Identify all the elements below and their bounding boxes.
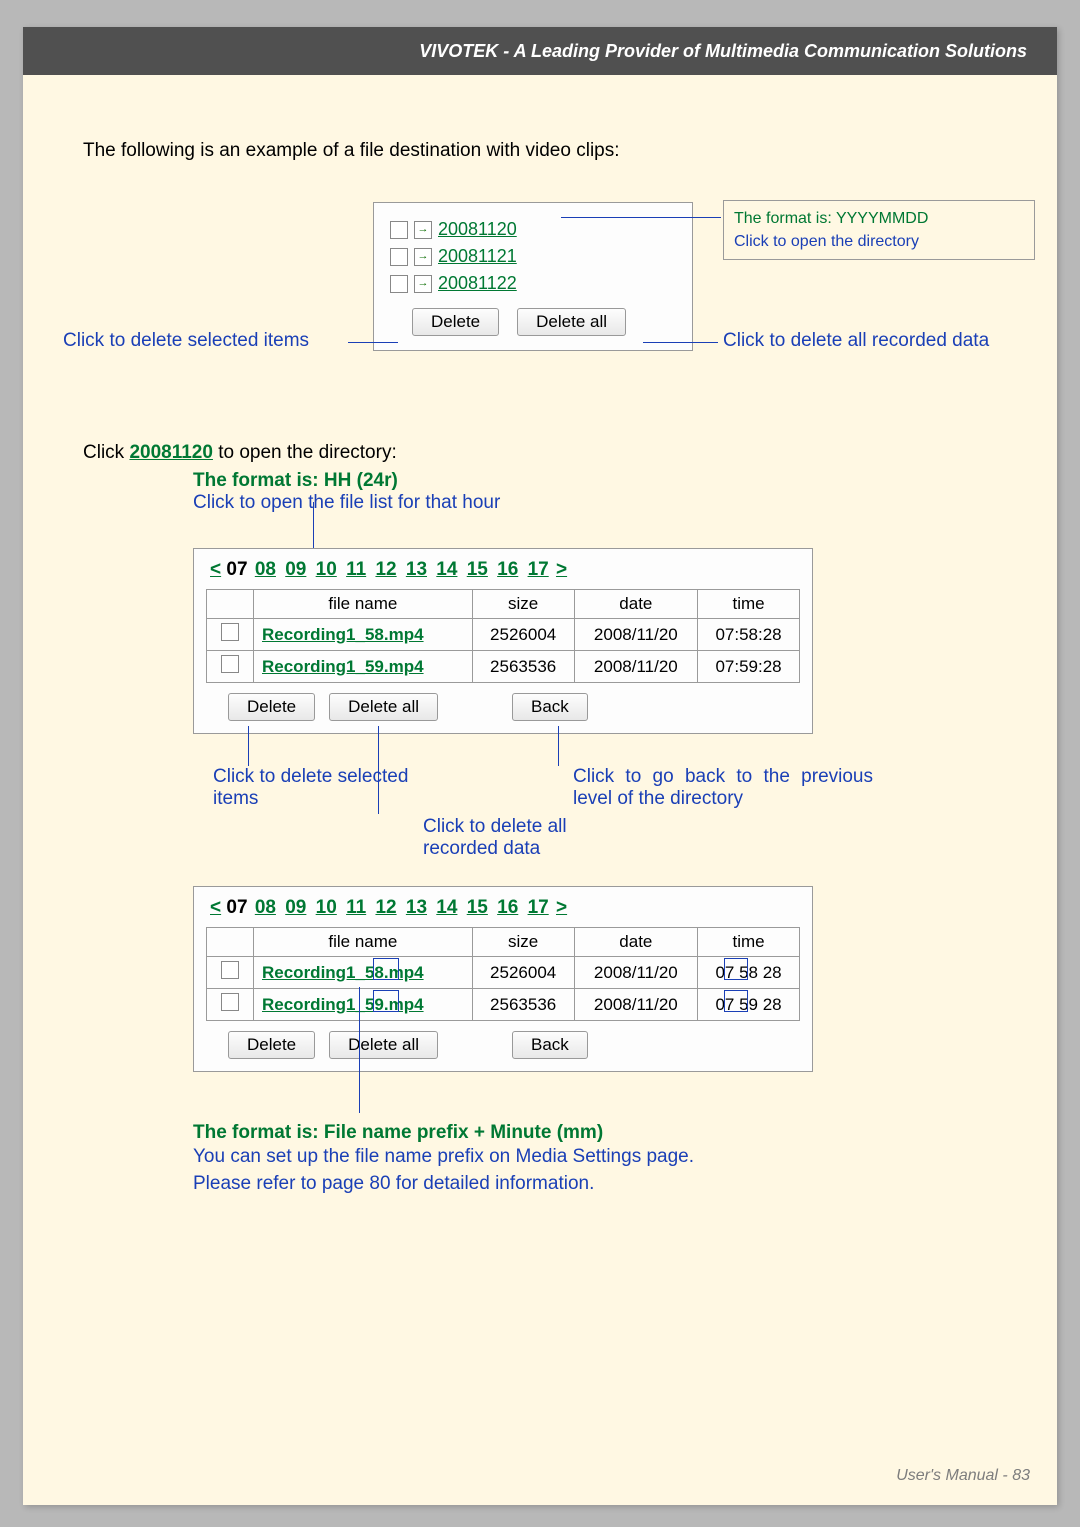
hour-link[interactable]: 14 (436, 897, 457, 918)
prev-hour[interactable]: < (210, 559, 221, 580)
next-hour[interactable]: > (556, 559, 567, 580)
click-open-text: Click 20081120 to open the directory: (83, 442, 997, 464)
file-link[interactable]: Recording1_59.mp4 (262, 657, 424, 676)
folder-arrow-icon[interactable]: → (414, 221, 432, 239)
annot-format-box: The format is: YYYYMMDD Click to open th… (723, 200, 1035, 260)
file-link[interactable]: Recording1_59.mp4 (262, 995, 424, 1014)
hour-link[interactable]: 14 (436, 559, 457, 580)
prev-hour[interactable]: < (210, 897, 221, 918)
bottom-explanation: The format is: File name prefix + Minute… (193, 1122, 813, 1197)
checkbox-icon[interactable] (390, 275, 408, 293)
hour-link[interactable]: 12 (375, 897, 396, 918)
hour-link[interactable]: 16 (497, 559, 518, 580)
checkbox-icon[interactable] (221, 993, 239, 1011)
date-link[interactable]: 20081120 (129, 442, 213, 463)
back-button[interactable]: Back (512, 693, 588, 721)
hour-link[interactable]: 13 (406, 559, 427, 580)
hour-link[interactable]: 15 (467, 559, 488, 580)
hour-link[interactable]: 10 (316, 559, 337, 580)
intro-text: The following is an example of a file de… (83, 140, 997, 162)
file-table: file name size date time Recording1_58.m… (206, 589, 800, 683)
next-hour[interactable]: > (556, 897, 567, 918)
hour-link[interactable]: 12 (375, 559, 396, 580)
dir-row: → 20081120 (390, 219, 676, 240)
delete-all-button[interactable]: Delete all (329, 1031, 438, 1059)
hour-nav: < 07 08 09 10 11 12 13 14 15 16 17 > (206, 897, 800, 919)
checkbox-icon[interactable] (221, 655, 239, 673)
checkbox-icon[interactable] (221, 623, 239, 641)
hour-link[interactable]: 11 (346, 559, 366, 580)
table-row: Recording1_58.mp4 2526004 2008/11/20 07 … (207, 957, 800, 989)
back-button[interactable]: Back (512, 1031, 588, 1059)
file-link[interactable]: Recording1_58.mp4 (262, 625, 424, 644)
hour-link[interactable]: 17 (528, 559, 549, 580)
folder-arrow-icon[interactable]: → (414, 248, 432, 266)
table-row: Recording1_58.mp4 2526004 2008/11/20 07:… (207, 619, 800, 651)
header-text: VIVOTEK - A Leading Provider of Multimed… (419, 41, 1027, 62)
hour-link[interactable]: 10 (316, 897, 337, 918)
dir-row: → 20081122 (390, 273, 676, 294)
delete-button[interactable]: Delete (412, 308, 499, 336)
dir-link[interactable]: 20081121 (438, 246, 517, 267)
hour-link[interactable]: 08 (255, 559, 276, 580)
hour-link[interactable]: 09 (285, 897, 306, 918)
delete-button[interactable]: Delete (228, 1031, 315, 1059)
dir-link[interactable]: 20081122 (438, 273, 517, 294)
delete-all-button[interactable]: Delete all (329, 693, 438, 721)
delete-button[interactable]: Delete (228, 693, 315, 721)
hour-link[interactable]: 11 (346, 897, 366, 918)
hour-link[interactable]: 09 (285, 559, 306, 580)
hour-link[interactable]: 17 (528, 897, 549, 918)
annot-delete-all: Click to delete all recorded data (723, 330, 989, 352)
file-listing-box: < 07 08 09 10 11 12 13 14 15 16 17 > (193, 548, 813, 734)
folder-arrow-icon[interactable]: → (414, 275, 432, 293)
checkbox-icon[interactable] (390, 248, 408, 266)
hour-link[interactable]: 13 (406, 897, 427, 918)
checkbox-icon[interactable] (221, 961, 239, 979)
file-table: file name size date time Recording1_58.m… (206, 927, 800, 1021)
file-link[interactable]: Recording1_58.mp4 (262, 963, 424, 982)
dir-row: → 20081121 (390, 246, 676, 267)
annot-delete-selected: Click to delete selected items (63, 330, 309, 352)
hour-nav: < 07 08 09 10 11 12 13 14 15 16 17 > (206, 559, 800, 581)
table-row: Recording1_59.mp4 2563536 2008/11/20 07:… (207, 651, 800, 683)
dir-link[interactable]: 20081120 (438, 219, 517, 240)
footer: User's Manual - 83 (896, 1467, 1030, 1485)
table-row: Recording1_59.mp4 2563536 2008/11/20 07 … (207, 989, 800, 1021)
hour-link[interactable]: 15 (467, 897, 488, 918)
directory-box: → 20081120 → 20081121 → 20081122 Delete … (373, 202, 693, 351)
checkbox-icon[interactable] (390, 221, 408, 239)
file-annotations: Click to delete selected items Click to … (193, 746, 813, 846)
file-listing-box-2: < 07 08 09 10 11 12 13 14 15 16 17 > fil… (193, 886, 813, 1072)
hour-link[interactable]: 16 (497, 897, 518, 918)
delete-all-button[interactable]: Delete all (517, 308, 626, 336)
hour-link[interactable]: 08 (255, 897, 276, 918)
header-bar: VIVOTEK - A Leading Provider of Multimed… (23, 27, 1057, 75)
